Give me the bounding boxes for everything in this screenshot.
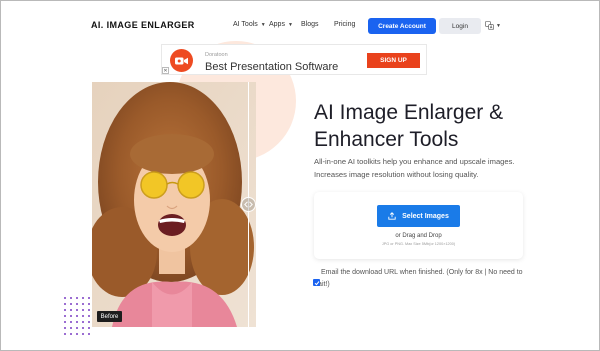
translate-icon: [485, 21, 494, 30]
hero-description: All-in-one AI toolkits help you enhance …: [314, 157, 515, 179]
email-option[interactable]: Email the download URL when finished. (O…: [313, 267, 525, 290]
checkmark-icon: [314, 280, 319, 285]
nav-ai-tools-label: AI Tools: [233, 21, 258, 28]
page-title: AI Image Enlarger & Enhancer Tools: [314, 99, 564, 153]
upload-hint: JPG or PNG. Max Size 5Mb(or 1200×1200): [381, 242, 456, 246]
ad-close-icon[interactable]: ✕: [162, 67, 169, 74]
ad-title[interactable]: Best Presentation Software: [205, 61, 338, 73]
nav-apps[interactable]: Apps ▼: [269, 21, 293, 28]
portrait-image: [92, 82, 256, 327]
page-title-line-1: AI Image Enlarger &: [314, 101, 504, 124]
upload-icon: [388, 212, 396, 220]
nav-ai-tools[interactable]: AI Tools ▼: [233, 21, 266, 28]
nav-blogs[interactable]: Blogs: [301, 21, 319, 28]
email-option-label: Email the download URL when finished. (O…: [313, 269, 523, 288]
nav-pricing-label: Pricing: [334, 21, 356, 28]
chevron-down-icon: ▼: [496, 22, 501, 29]
nav-pricing[interactable]: Pricing: [334, 21, 355, 28]
ad-banner[interactable]: Doratoon Best Presentation Software SIGN…: [161, 44, 427, 75]
before-after-preview[interactable]: [92, 82, 256, 327]
ad-logo: [170, 49, 193, 72]
upload-dropzone[interactable]: Select Images or Drag and Drop JPG or PN…: [314, 192, 523, 259]
nav-apps-label: Apps: [269, 21, 285, 28]
create-account-button[interactable]: Create Account: [368, 18, 436, 34]
chevron-down-icon: ▼: [260, 21, 266, 28]
brand-logo[interactable]: AI. IMAGE ENLARGER: [91, 20, 195, 30]
page-frame: AI. IMAGE ENLARGER AI Tools ▼ Apps ▼ Blo…: [0, 0, 600, 351]
compare-handle[interactable]: [241, 197, 256, 212]
decorative-dot-grid: [64, 297, 90, 335]
drag-drop-text: or Drag and Drop: [395, 233, 442, 239]
language-selector[interactable]: ▼: [485, 21, 501, 30]
nav-blogs-label: Blogs: [301, 21, 319, 28]
video-camera-icon: [175, 57, 188, 64]
ad-sponsor: Doratoon: [205, 52, 228, 58]
login-button[interactable]: Login: [439, 18, 481, 34]
compare-arrows-icon: [244, 201, 253, 208]
email-checkbox[interactable]: [313, 279, 320, 286]
page-title-line-2: Enhancer Tools: [314, 128, 459, 151]
chevron-down-icon: ▼: [287, 21, 293, 28]
ad-signup-button[interactable]: SIGN UP: [367, 53, 420, 68]
select-images-button[interactable]: Select Images: [377, 205, 460, 227]
select-images-label: Select Images: [402, 212, 449, 220]
